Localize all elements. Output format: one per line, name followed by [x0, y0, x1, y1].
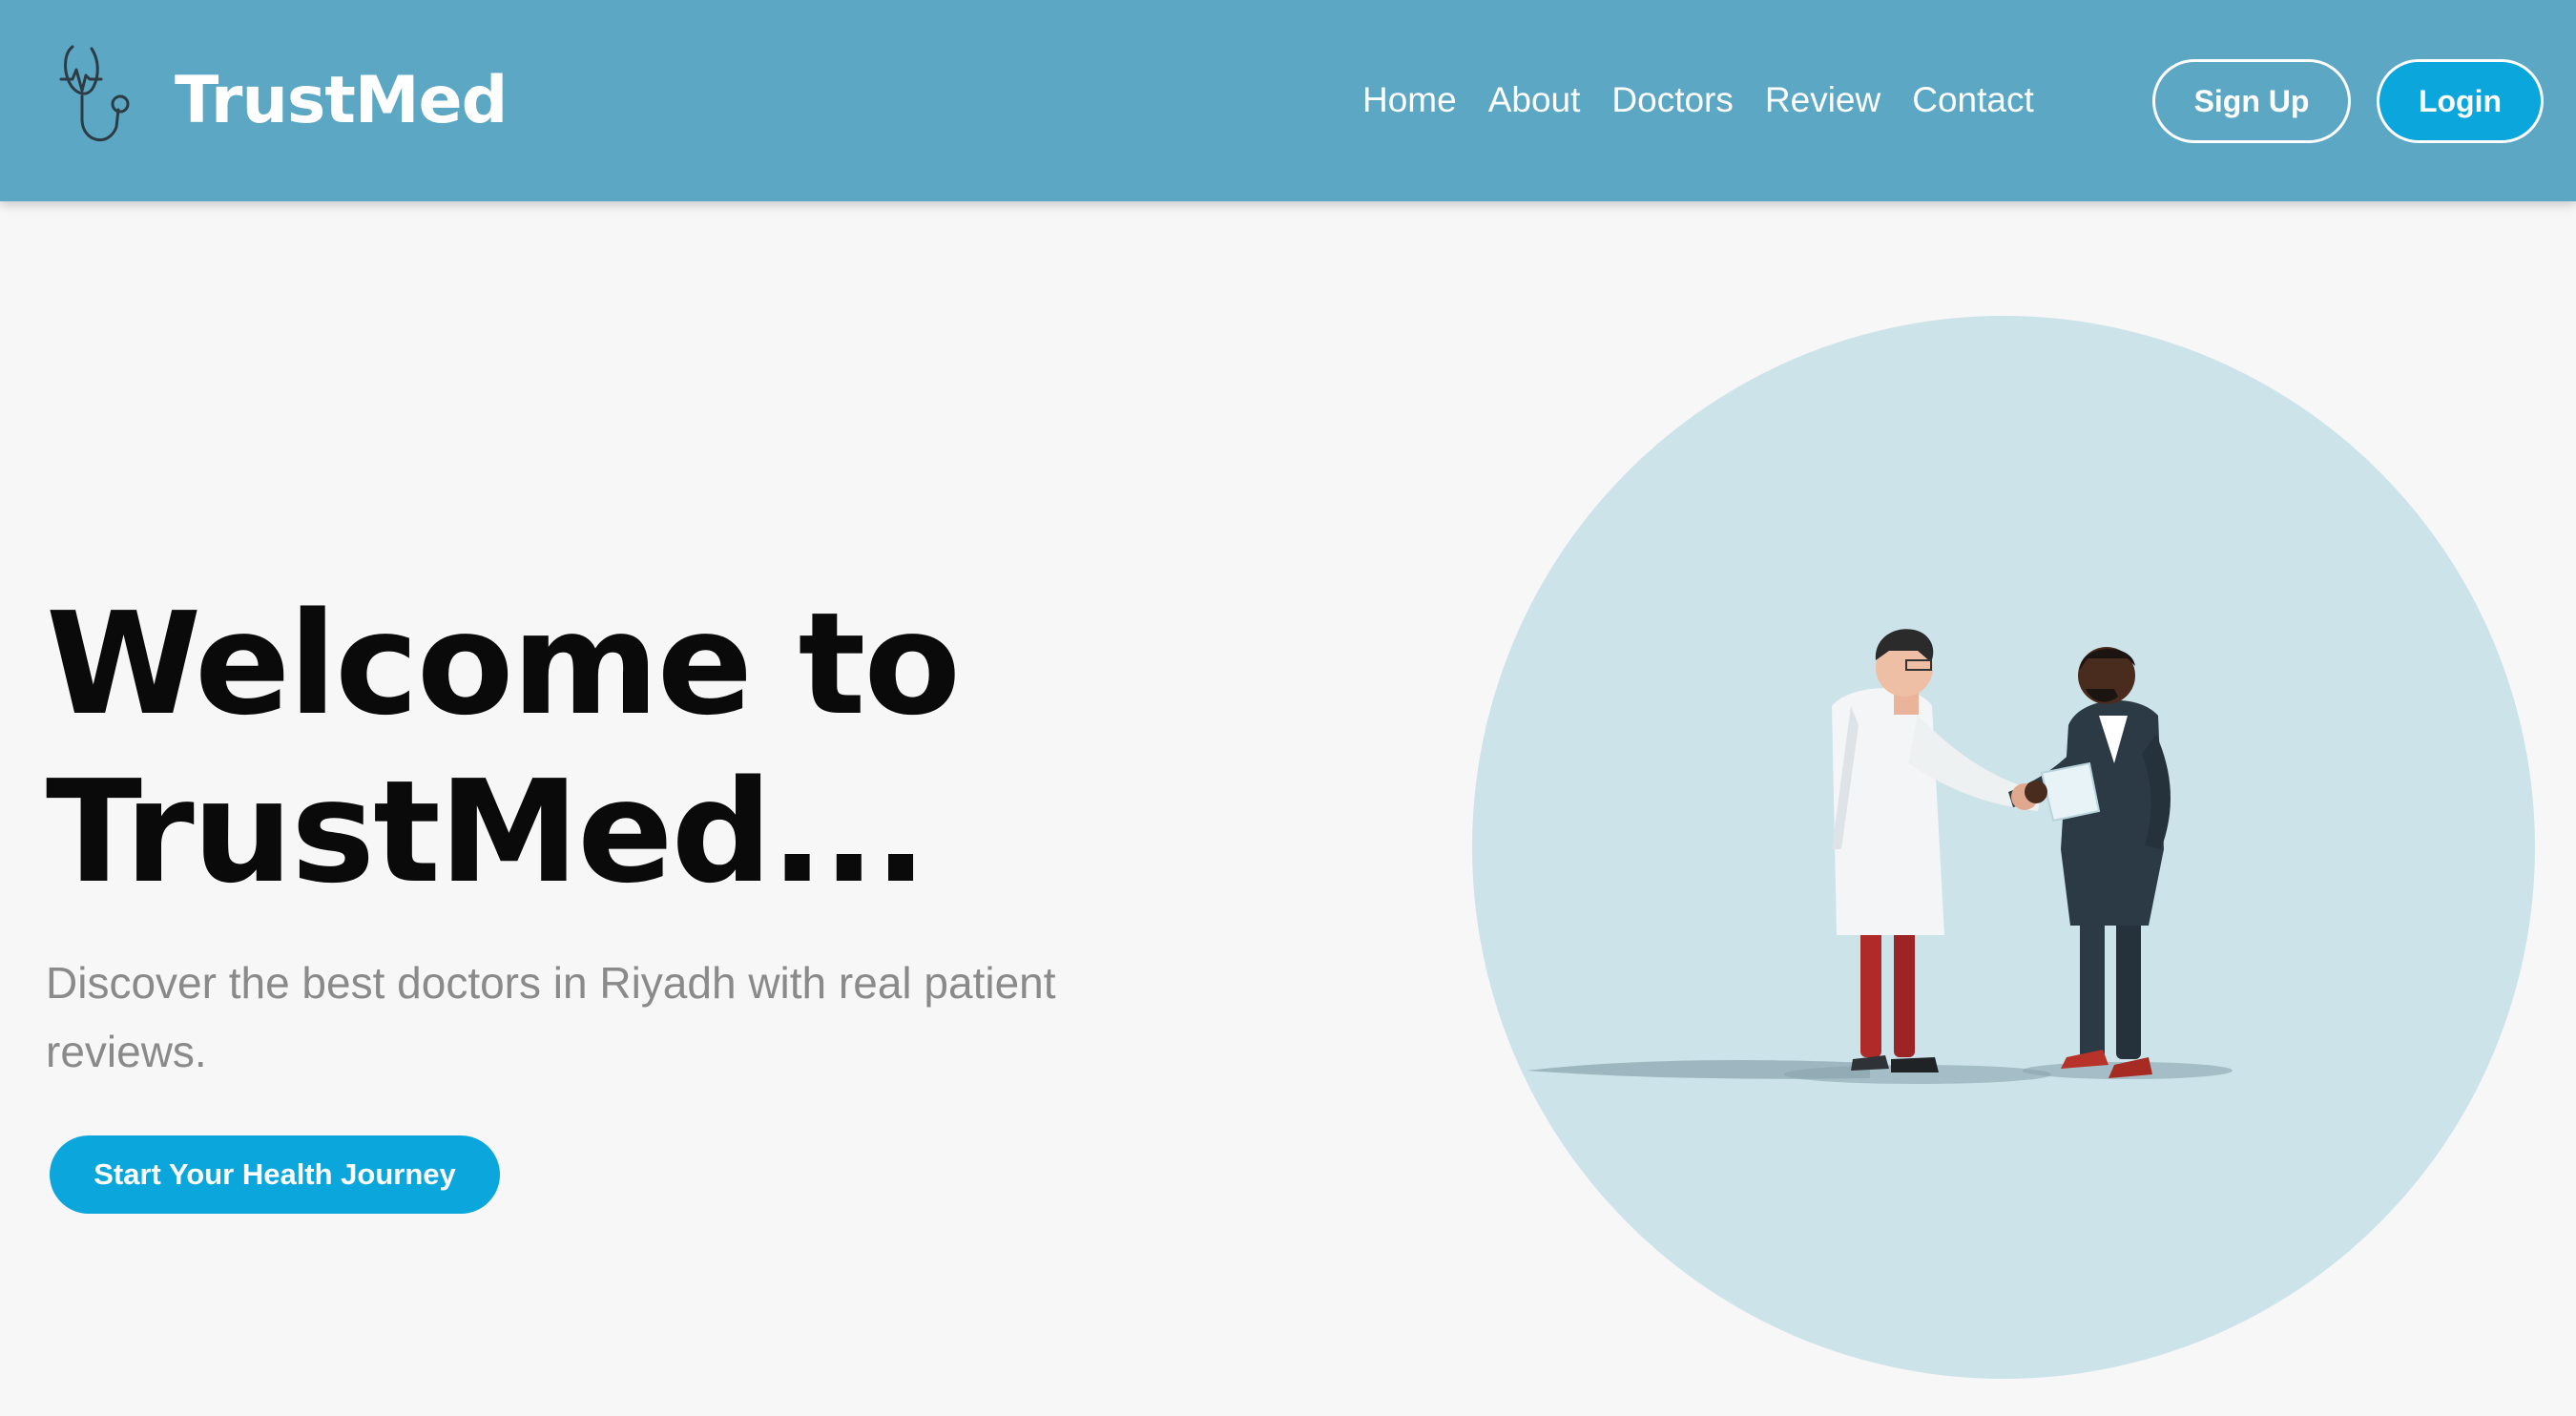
nav-review-link[interactable]: Review — [1765, 73, 1880, 127]
hero-subtitle: Discover the best doctors in Riyadh with… — [46, 958, 1056, 1076]
navbar: TrustMed Home About Doctors Review Conta… — [0, 0, 2576, 201]
doctor-patient-handshake-illustration — [1472, 316, 2535, 1379]
nav-contact-link[interactable]: Contact — [1912, 73, 2034, 127]
start-journey-button[interactable]: Start Your Health Journey — [50, 1135, 500, 1214]
login-button[interactable]: Login — [2377, 59, 2544, 143]
stethoscope-icon — [59, 45, 130, 142]
illustration-circle-bg — [1472, 316, 2535, 1379]
hero-title: Welcome to TrustMed... — [46, 582, 961, 914]
nav-doctors-link[interactable]: Doctors — [1611, 73, 1733, 127]
brand-logo-text[interactable]: TrustMed — [175, 61, 508, 141]
sign-up-button[interactable]: Sign Up — [2152, 59, 2351, 143]
nav-home-link[interactable]: Home — [1362, 73, 1457, 127]
main-nav: Home About Doctors Review Contact — [1362, 73, 2034, 127]
nav-about-link[interactable]: About — [1488, 73, 1581, 127]
